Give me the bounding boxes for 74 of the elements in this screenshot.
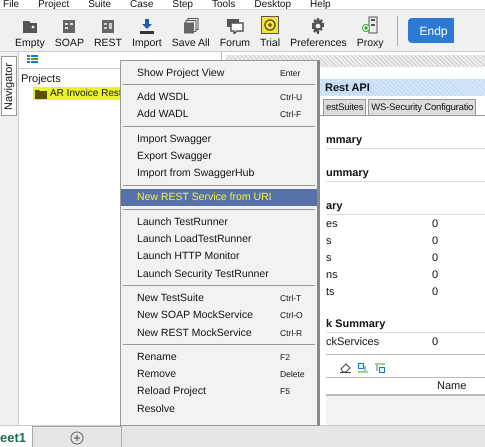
move-down-icon[interactable] (358, 363, 369, 373)
menu-bar-item[interactable]: Tools (212, 0, 236, 9)
endpoint-button[interactable]: Endp (408, 18, 454, 43)
menu-bar-item[interactable]: File (3, 0, 20, 9)
folder-icon (35, 88, 47, 98)
eraser-icon[interactable] (340, 363, 352, 373)
menu-item[interactable]: Remove Delete (121, 365, 317, 383)
row-value: 0 (432, 234, 438, 246)
menu-item[interactable]: New REST Service from URI (121, 188, 317, 206)
folder-icon (22, 20, 38, 34)
menu-bar-item[interactable]: Desktop (254, 0, 292, 9)
row-label: ckServices (326, 336, 380, 348)
row-label: ts (326, 286, 336, 298)
row-value: 0 (432, 268, 438, 280)
badge-icon (261, 16, 280, 34)
menu-bar-item[interactable]: Suite (88, 0, 112, 9)
menu-item[interactable]: Rename F2 (121, 348, 317, 366)
toolbar-button[interactable]: Forum (214, 12, 256, 48)
menu-item[interactable]: New REST MockService Ctrl-R (121, 324, 317, 342)
menu-bar-item[interactable]: Step (172, 0, 193, 9)
menu-item[interactable]: Launch LoadTestRunner (121, 230, 317, 248)
save-all-icon (182, 18, 199, 34)
menu-item[interactable]: Show Project View Enter (121, 64, 317, 82)
row-label: ns (326, 268, 339, 280)
toolbar-button[interactable]: Save All (166, 12, 215, 48)
section-heading: k Summary (326, 300, 485, 333)
menu-item[interactable]: Add WSDL Ctrl-U (121, 88, 317, 106)
chat-icon (226, 18, 244, 34)
list-icon[interactable] (27, 55, 38, 63)
row-value: 0 (432, 218, 438, 230)
document-icon (100, 18, 115, 34)
menu-item[interactable]: New TestSuite Ctrl-T (121, 289, 317, 307)
section-heading: mmary (326, 116, 485, 149)
menu-item[interactable]: Export Swagger (121, 147, 317, 164)
server-icon (361, 16, 380, 34)
menu-bar-item[interactable]: Case (130, 0, 154, 9)
row-value: 0 (432, 252, 438, 264)
row-label: s (326, 252, 332, 264)
row-value: 0 (432, 336, 438, 348)
tree-root-label: Projects (21, 73, 61, 85)
menu-item[interactable]: New SOAP MockService Ctrl-O (121, 306, 317, 324)
row-label: es (326, 218, 339, 230)
sheet-tab[interactable]: eet1 (0, 426, 32, 447)
toolbar-button[interactable]: SOAP (50, 12, 89, 48)
row-label: s (326, 234, 332, 246)
settings-icon (310, 18, 326, 34)
menu-item[interactable]: Launch HTTP Monitor (121, 248, 317, 265)
toolbar-button[interactable]: REST (88, 12, 127, 48)
toolbar-button[interactable]: Proxy (352, 12, 389, 48)
section-heading: ummary (326, 149, 485, 182)
add-sheet-tab[interactable] (32, 426, 122, 447)
menu-item[interactable]: Import from SwaggerHub (121, 164, 317, 182)
menu-bar-item[interactable]: Project (38, 0, 70, 9)
menu-item[interactable]: Launch Security TestRunner (121, 264, 317, 282)
menu-item[interactable]: Add WADL Ctrl-F (121, 106, 317, 123)
download-icon (138, 18, 155, 34)
navigator-tab[interactable]: Navigator (1, 56, 17, 116)
tab[interactable]: WS-Security Configuratio (368, 99, 476, 115)
tab[interactable]: estSuites (323, 99, 366, 115)
row-value: 0 (432, 286, 438, 298)
section-heading: ary (326, 182, 485, 215)
toolbar-button[interactable]: Empty (10, 12, 50, 48)
add-icon[interactable] (70, 430, 84, 444)
menu-item[interactable]: Import Swagger (121, 130, 317, 148)
menu-item[interactable]: Launch TestRunner (121, 213, 317, 230)
menu-bar-item[interactable]: Help (310, 0, 331, 9)
move-up-icon[interactable] (375, 363, 386, 373)
toolbar-button[interactable]: Trial (255, 12, 286, 48)
menu-item[interactable]: Resolve (121, 400, 317, 418)
menu-item[interactable]: Reload Project F5 (121, 382, 317, 400)
toolbar-button[interactable]: Import (126, 12, 167, 48)
document-icon (62, 18, 76, 34)
panel-title: Rest API (325, 82, 374, 94)
toolbar-button[interactable]: Preferences (285, 12, 352, 48)
